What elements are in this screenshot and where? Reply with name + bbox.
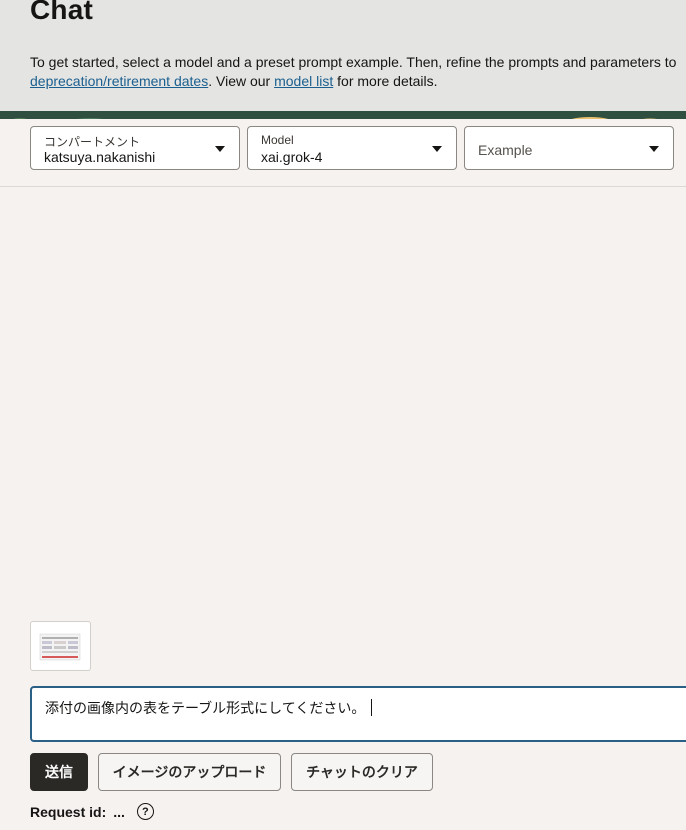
request-id-value: ...: [113, 803, 125, 820]
intro-text: To get started, select a model and a pre…: [30, 53, 686, 91]
request-id: Request id: ... ?: [30, 803, 154, 820]
deprecation-dates-link[interactable]: deprecation/retirement dates: [30, 73, 208, 89]
clear-chat-button[interactable]: チャットのクリア: [291, 753, 433, 791]
prompt-text: 添付の画像内の表をテーブル形式にしてください。: [45, 698, 373, 718]
compartment-select[interactable]: コンパートメント katsuya.nakanishi: [30, 126, 240, 170]
compartment-label: コンパートメント: [44, 135, 141, 149]
page-header: Chat To get started, select a model and …: [0, 0, 686, 111]
model-list-link[interactable]: model list: [274, 73, 333, 89]
compartment-value: katsuya.nakanishi: [44, 149, 156, 165]
prompt-value: 添付の画像内の表をテーブル形式にしてください。: [45, 700, 366, 716]
image-thumbnail-icon: [39, 633, 81, 661]
caret-down-icon: [215, 146, 225, 152]
send-button[interactable]: 送信: [30, 753, 88, 791]
caret-down-icon: [432, 146, 442, 152]
request-id-label: Request id:: [30, 803, 107, 820]
decorative-banner: [0, 111, 686, 119]
help-circle-icon[interactable]: ?: [136, 803, 154, 820]
intro-view-our: . View our: [208, 73, 275, 89]
model-select[interactable]: Model xai.grok-4: [247, 126, 457, 170]
attached-image-thumbnail[interactable]: [30, 621, 91, 671]
selector-toolbar: コンパートメント katsuya.nakanishi Model xai.gro…: [0, 119, 686, 187]
page-title: Chat: [30, 0, 94, 25]
caret-down-icon: [649, 146, 659, 152]
upload-image-button[interactable]: イメージのアップロード: [98, 753, 281, 791]
model-value: xai.grok-4: [261, 149, 323, 165]
intro-line-1: To get started, select a model and a pre…: [30, 54, 677, 70]
intro-more-details: for more details.: [333, 73, 438, 89]
text-cursor: [371, 699, 373, 716]
prompt-input[interactable]: 添付の画像内の表をテーブル形式にしてください。: [30, 686, 686, 742]
model-label: Model: [261, 133, 294, 147]
example-select[interactable]: Example: [464, 126, 674, 170]
example-placeholder: Example: [478, 142, 533, 158]
